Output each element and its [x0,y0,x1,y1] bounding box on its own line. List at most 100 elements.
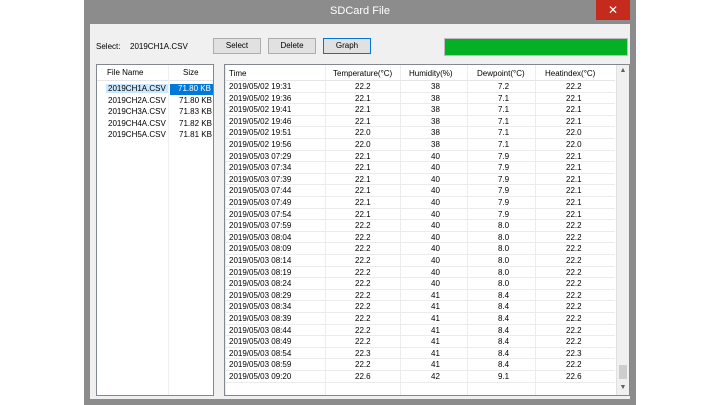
table-row[interactable]: 2019/05/03 07:54 22.1 40 7.9 22.1 [225,209,615,221]
cell-dewpoint: 7.9 [498,174,510,184]
table-row[interactable]: 2019/05/03 08:14 22.2 40 8.0 22.2 [225,255,615,267]
column-header-file-name[interactable]: File Name [107,68,143,77]
cell-time: 2019/05/02 19:36 [229,93,292,103]
file-list-item[interactable]: 2019CH2A.CSV 71.80 KB [97,95,213,106]
cell-dewpoint: 8.4 [498,348,510,358]
cell-temperature: 22.2 [355,232,371,242]
cell-dewpoint: 8.0 [498,232,510,242]
cell-heatindex: 22.1 [566,186,582,196]
cell-heatindex: 22.2 [566,360,582,370]
table-row[interactable]: 2019/05/03 08:34 22.2 41 8.4 22.2 [225,301,615,313]
table-row[interactable]: 2019/05/03 08:39 22.2 41 8.4 22.2 [225,313,615,325]
select-button[interactable]: Select [213,38,261,54]
table-row[interactable]: 2019/05/03 08:04 22.2 40 8.0 22.2 [225,232,615,244]
cell-humidity: 41 [431,325,440,335]
cell-humidity: 40 [431,256,440,265]
scroll-up-icon[interactable]: ▲ [619,67,627,75]
cell-heatindex: 22.1 [566,151,582,161]
scroll-down-icon[interactable]: ▼ [619,384,627,392]
cell-dewpoint: 8.4 [498,314,510,323]
cell-heatindex: 22.2 [566,82,582,91]
cell-humidity: 41 [431,360,440,370]
table-row[interactable]: 2019/05/03 07:59 22.2 40 8.0 22.2 [225,220,615,232]
table-row[interactable]: 2019/05/03 07:34 22.1 40 7.9 22.1 [225,162,615,174]
table-row[interactable]: 2019/05/03 08:09 22.2 40 8.0 22.2 [225,243,615,255]
vertical-scrollbar[interactable]: ▲ ▼ [616,65,629,395]
delete-button[interactable]: Delete [268,38,316,54]
file-list-item[interactable]: 2019CH1A.CSV 71.80 KB [97,83,213,95]
cell-temperature: 22.2 [355,82,371,91]
table-row[interactable]: 2019/05/03 08:24 22.2 40 8.0 22.2 [225,278,615,290]
cell-temperature: 22.2 [355,221,371,231]
cell-heatindex: 22.1 [566,93,582,103]
file-name: 2019CH5A.CSV [108,130,166,139]
file-list-header: File Name Size [97,65,213,81]
table-row[interactable]: 2019/05/03 08:59 22.2 41 8.4 22.2 [225,359,615,371]
table-row[interactable]: 2019/05/03 09:20 22.6 42 9.1 22.6 [225,371,615,383]
table-row[interactable]: 2019/05/03 07:39 22.1 40 7.9 22.1 [225,174,615,186]
cell-time: 2019/05/02 19:51 [229,128,292,138]
file-size: 71.83 KB [179,107,212,116]
column-header-temperature[interactable]: Temperature(°C) [333,69,392,78]
column-header-heatindex[interactable]: Heatindex(°C) [545,69,595,78]
file-list[interactable]: File Name Size 2019CH1A.CSV 71.80 KB 2019C… [96,64,214,396]
cell-heatindex: 22.1 [566,174,582,184]
cell-time: 2019/05/03 08:24 [229,279,292,289]
cell-temperature: 22.1 [355,163,371,173]
table-row[interactable]: 2019/05/02 19:46 22.1 38 7.1 22.1 [225,116,615,128]
table-row[interactable]: 2019/05/03 08:44 22.2 41 8.4 22.2 [225,325,615,337]
table-row[interactable]: 2019/05/02 19:36 22.1 38 7.1 22.1 [225,93,615,105]
scroll-thumb[interactable] [619,365,627,379]
table-row[interactable]: 2019/05/02 19:41 22.1 38 7.1 22.1 [225,104,615,116]
cell-humidity: 42 [431,372,440,381]
file-size: 71.80 KB [179,95,212,105]
file-list-item[interactable]: 2019CH5A.CSV 71.81 KB [97,129,213,140]
cell-time: 2019/05/03 07:34 [229,163,292,173]
table-row[interactable]: 2019/05/02 19:56 22.0 38 7.1 22.0 [225,139,615,151]
table-row[interactable]: 2019/05/03 07:49 22.1 40 7.9 22.1 [225,197,615,209]
file-size: 71.80 KB [170,84,213,95]
cell-dewpoint: 7.1 [498,105,510,115]
table-row[interactable]: 2019/05/02 19:31 22.2 38 7.2 22.2 [225,81,615,93]
file-name: 2019CH3A.CSV [108,107,166,116]
cell-heatindex: 22.2 [566,302,582,312]
cell-time: 2019/05/03 08:29 [229,290,292,300]
cell-time: 2019/05/03 07:29 [229,151,292,161]
cell-temperature: 22.2 [355,279,371,289]
column-header-time[interactable]: Time [229,69,246,78]
table-row[interactable]: 2019/05/02 19:51 22.0 38 7.1 22.0 [225,127,615,139]
cell-humidity: 41 [431,314,440,323]
select-label: Select: [96,42,121,51]
cell-humidity: 40 [431,151,440,161]
column-header-dewpoint[interactable]: Dewpoint(°C) [477,69,525,78]
file-list-item[interactable]: 2019CH4A.CSV 71.82 KB [97,118,213,129]
cell-dewpoint: 8.4 [498,290,510,300]
cell-dewpoint: 7.1 [498,93,510,103]
cell-heatindex: 22.1 [566,198,582,207]
table-row[interactable]: 2019/05/03 08:49 22.2 41 8.4 22.2 [225,336,615,348]
cell-heatindex: 22.1 [566,105,582,115]
column-header-size[interactable]: Size [183,68,199,77]
cell-heatindex: 22.2 [566,290,582,300]
cell-heatindex: 22.1 [566,163,582,173]
graph-button[interactable]: Graph [323,38,371,54]
cell-heatindex: 22.2 [566,337,582,347]
cell-humidity: 41 [431,337,440,347]
table-row[interactable]: 2019/05/03 08:54 22.3 41 8.4 22.3 [225,348,615,360]
column-header-humidity[interactable]: Humidity(%) [409,69,453,78]
table-row[interactable]: 2019/05/03 08:29 22.2 41 8.4 22.2 [225,290,615,302]
cell-heatindex: 22.2 [566,232,582,242]
cell-dewpoint: 8.4 [498,302,510,312]
file-list-item[interactable]: 2019CH3A.CSV 71.83 KB [97,106,213,117]
close-button[interactable]: ✕ [596,0,630,20]
table-row[interactable]: 2019/05/03 07:44 22.1 40 7.9 22.1 [225,185,615,197]
file-name: 2019CH4A.CSV [108,118,166,128]
table-row[interactable]: 2019/05/03 08:19 22.2 40 8.0 22.2 [225,267,615,279]
data-table[interactable]: Time Temperature(°C) Humidity(%) Dewpoin… [224,64,630,396]
title-bar[interactable]: SDCard File ✕ [84,0,636,24]
file-name: 2019CH2A.CSV [108,95,166,105]
table-row[interactable]: 2019/05/03 07:29 22.1 40 7.9 22.1 [225,151,615,163]
cell-temperature: 22.6 [355,372,371,381]
cell-temperature: 22.2 [355,244,371,254]
cell-time: 2019/05/03 08:54 [229,348,292,358]
